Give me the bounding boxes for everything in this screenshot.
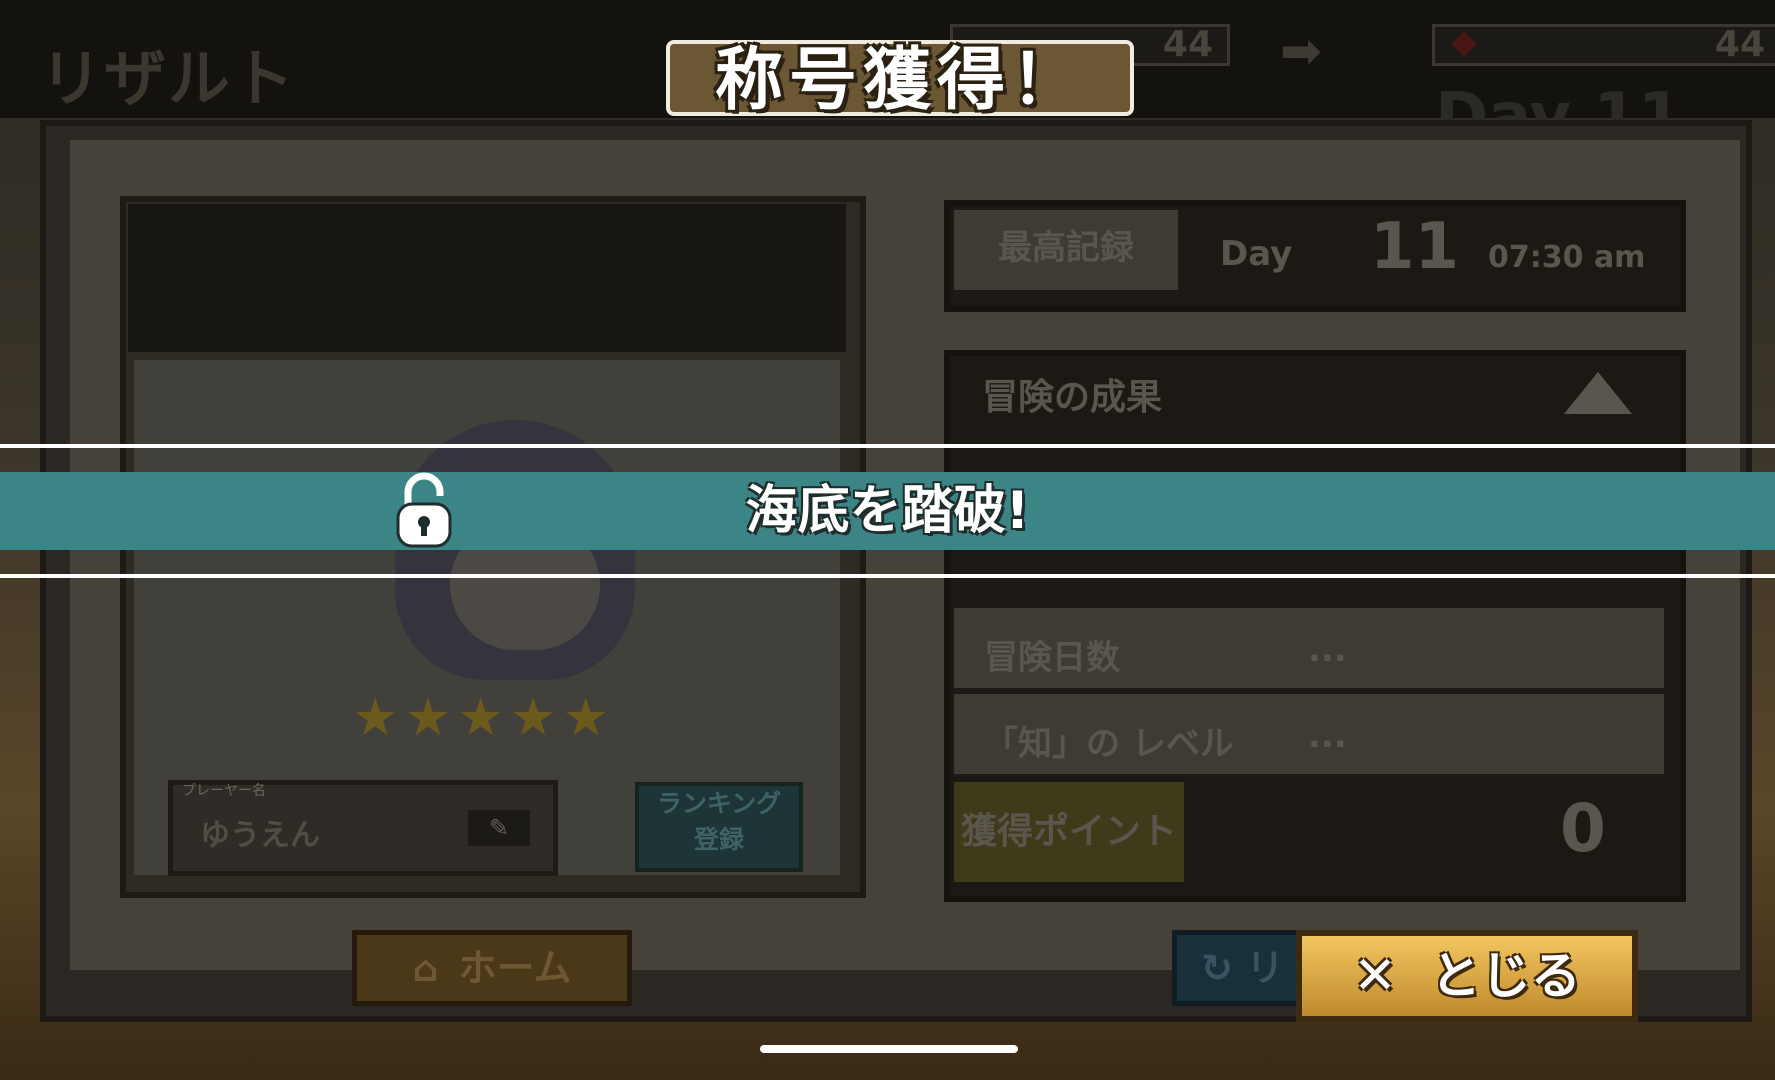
edit-name-icon[interactable]: ✎ xyxy=(468,810,530,846)
star-icon: ★ xyxy=(509,688,557,748)
character-panel-header xyxy=(128,204,846,352)
ranking-register-button[interactable]: ランキング 登録 xyxy=(635,782,803,872)
unlock-message: 海底を踏破! xyxy=(745,481,1030,541)
star-icon: ★ xyxy=(457,688,504,748)
unlock-icon xyxy=(396,472,452,548)
title-banner-text: 称号獲得！ xyxy=(714,41,1085,120)
tent-icon xyxy=(1564,372,1632,414)
star-icon: ★ xyxy=(404,688,452,748)
points-label: 獲得ポイント xyxy=(954,782,1184,882)
row-value: ... xyxy=(1308,630,1347,670)
home-indicator[interactable] xyxy=(760,1045,1018,1053)
ranking-button-line2: 登録 xyxy=(693,825,744,854)
count-after: 44 xyxy=(1432,24,1775,66)
adventure-results-title: 冒険の成果 xyxy=(982,377,1163,418)
adventure-row-days: 冒険日数 ... xyxy=(954,608,1664,688)
gem-icon xyxy=(1451,31,1477,57)
star-icon: ★ xyxy=(562,688,610,748)
best-record-time: 07:30 am xyxy=(1488,240,1646,275)
row-value: ... xyxy=(1308,716,1347,756)
result-heading: リザルト xyxy=(40,42,297,115)
retry-button-label: リ xyxy=(1246,946,1285,990)
ranking-button-line1: ランキング xyxy=(656,789,782,818)
player-name-value: ゆうえん xyxy=(200,818,320,853)
adventure-row-level: 「知」の レベル ... xyxy=(954,694,1664,774)
close-button[interactable]: ✕ とじる xyxy=(1296,930,1638,1022)
best-record-day: 11 xyxy=(1370,210,1460,284)
banner-line-top xyxy=(0,444,1775,448)
banner-line-bottom xyxy=(0,574,1775,578)
row-label: 冒険日数 xyxy=(984,638,1120,678)
best-record-label: 最高記録 xyxy=(954,210,1178,290)
arrow-right-icon: ➡ xyxy=(1280,22,1322,80)
star-icon: ★ xyxy=(352,688,399,748)
player-name-caption: プレーヤー名 xyxy=(182,783,266,799)
home-button-label: ホーム xyxy=(458,946,572,990)
row-label: 「知」の レベル xyxy=(984,724,1234,764)
home-icon: ⌂ xyxy=(412,949,439,990)
star-rating: ★ ★ ★ ★ ★ xyxy=(352,692,609,744)
close-button-label: とじる xyxy=(1430,947,1581,1005)
retry-icon: ↻ xyxy=(1201,946,1247,990)
best-record-day-label: Day xyxy=(1220,234,1293,274)
close-icon: ✕ xyxy=(1353,946,1397,1006)
points-value: 0 xyxy=(1560,790,1606,867)
count-after-value: 44 xyxy=(1714,24,1765,65)
home-button[interactable]: ⌂ ホーム xyxy=(352,930,632,1006)
